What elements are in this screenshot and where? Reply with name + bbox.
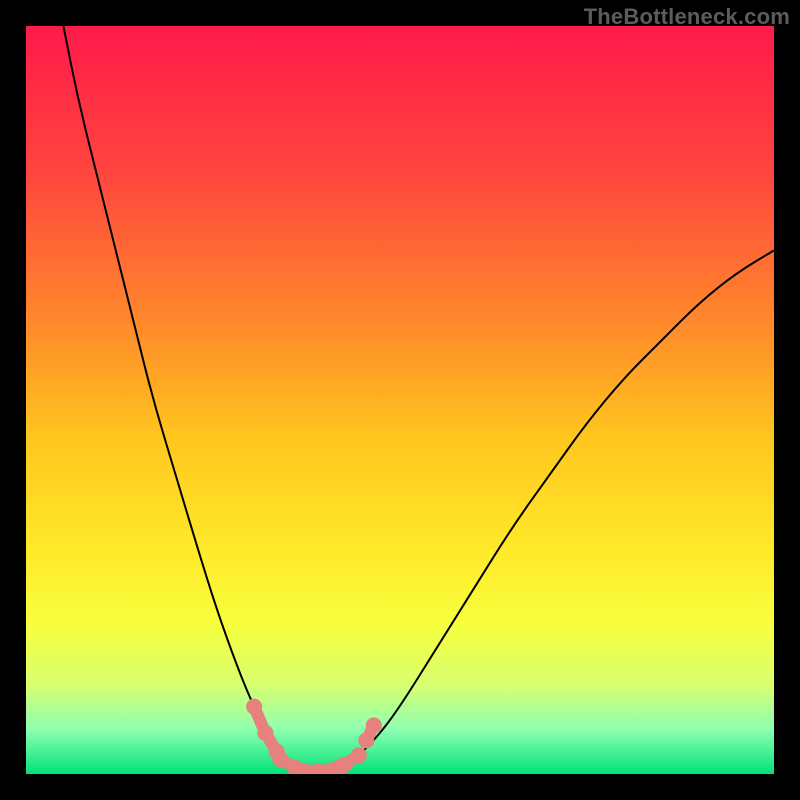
chart-frame: TheBottleneck.com [0,0,800,800]
gradient-background [26,26,774,774]
marker-dot [246,699,262,715]
marker-dot [336,757,352,773]
marker-dot [366,717,382,733]
marker-dot [257,725,273,741]
marker-dot [272,751,288,767]
marker-dot [351,747,367,763]
bottleneck-curve-plot [26,26,774,774]
attribution-label: TheBottleneck.com [584,4,790,30]
marker-dot [358,732,374,748]
